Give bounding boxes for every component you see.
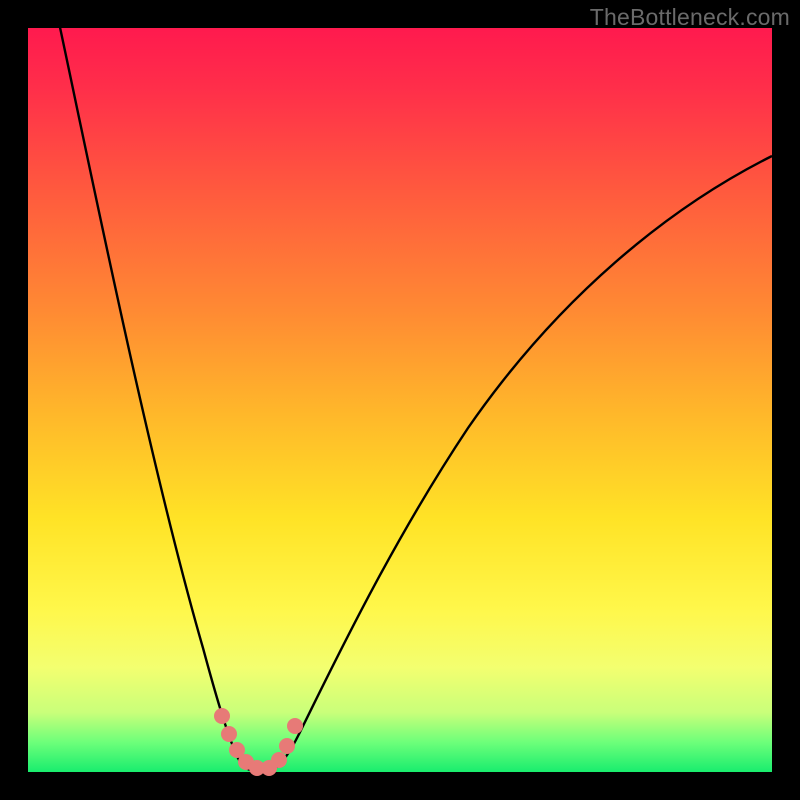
curve-left-arm	[58, 18, 250, 770]
marker-dot	[271, 752, 287, 768]
plot-area	[28, 28, 772, 772]
bottleneck-curve	[28, 28, 772, 772]
curve-markers	[214, 708, 303, 776]
chart-frame: TheBottleneck.com	[0, 0, 800, 800]
curve-right-arm	[272, 156, 772, 770]
marker-dot	[214, 708, 230, 724]
marker-dot	[279, 738, 295, 754]
watermark-text: TheBottleneck.com	[590, 4, 790, 31]
marker-dot	[287, 718, 303, 734]
marker-dot	[221, 726, 237, 742]
